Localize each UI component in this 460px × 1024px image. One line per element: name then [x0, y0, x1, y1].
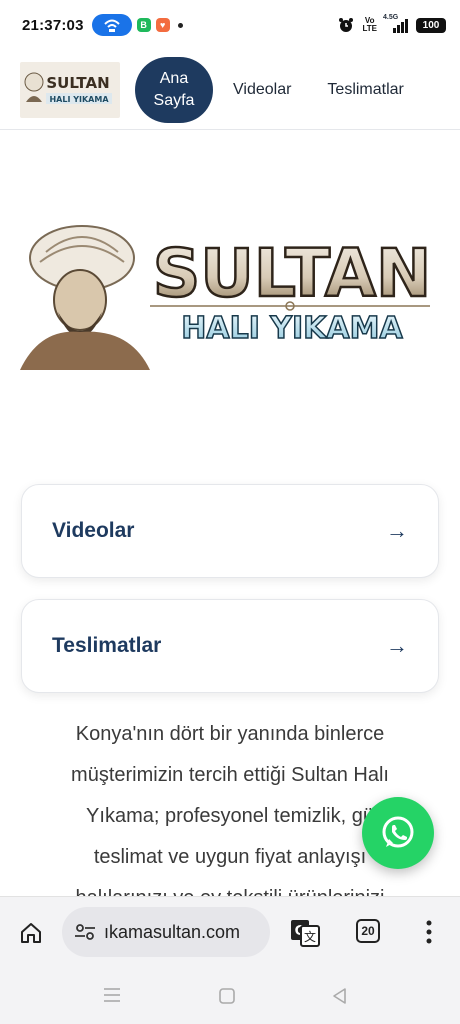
whatsapp-button[interactable]	[362, 797, 434, 869]
home-icon[interactable]	[19, 921, 43, 945]
network-type: 4.5G	[383, 14, 399, 21]
card-videos-title: Videolar	[52, 519, 135, 542]
hero-subtitle: HALI YIKAMA	[181, 311, 403, 346]
sultan-portrait-icon	[20, 225, 150, 370]
nav-videos[interactable]: Videolar	[233, 81, 291, 99]
notification-dot	[177, 22, 183, 28]
volte-indicator: Vo LTE	[362, 17, 377, 33]
signal-icon: 4.5G	[383, 14, 408, 33]
more-menu-icon[interactable]	[424, 919, 434, 945]
hero-title: SULTAN	[153, 235, 431, 312]
back-nav-icon[interactable]	[331, 987, 347, 1005]
status-bar: 21:37:03 B ♥ Vo LTE 4.5G 100	[0, 0, 460, 50]
translate-icon[interactable]: G 文	[290, 919, 320, 947]
card-deliveries-title: Teslimatlar	[52, 634, 162, 657]
card-deliveries[interactable]: Teslimatlar →	[21, 599, 439, 693]
recents-menu-icon[interactable]	[103, 987, 121, 1003]
hero-logo: SULTAN HALI YIKAMA	[20, 200, 438, 430]
system-navigation-bar	[0, 968, 460, 1024]
status-time: 21:37:03	[22, 16, 84, 34]
alarm-icon	[339, 18, 354, 32]
card-videos[interactable]: Videolar →	[21, 484, 439, 578]
svg-text:文: 文	[304, 929, 316, 944]
header-logo[interactable]: SULTAN HALI YIKAMA	[20, 61, 120, 118]
nav-home-line1: Ana	[159, 69, 189, 87]
hotspot-icon	[91, 14, 132, 36]
about-line: Konya'nın dört bir yanında binlerce	[75, 723, 385, 745]
site-header: SULTAN HALI YIKAMA Ana Sayfa Videolar Te…	[0, 50, 460, 130]
home-nav-icon[interactable]	[218, 987, 236, 1005]
main-nav: Ana Sayfa Videolar Teslimatlar	[135, 56, 404, 123]
nav-home[interactable]: Ana Sayfa	[135, 56, 213, 123]
browser-toolbar: ıkamasultan.com G 文 20	[0, 896, 460, 968]
battery-icon: 100	[416, 17, 446, 33]
site-settings-icon[interactable]	[74, 922, 96, 942]
nav-home-line2: Sayfa	[153, 91, 195, 109]
about-line: müşterimizin tercih ettiği Sultan Halı	[71, 764, 389, 786]
nav-deliveries[interactable]: Teslimatlar	[327, 81, 403, 99]
arrow-right-icon: →	[386, 518, 408, 543]
svg-text:HALI YIKAMA: HALI YIKAMA	[49, 95, 109, 104]
volte-bottom: LTE	[362, 24, 377, 33]
svg-text:SULTAN: SULTAN	[46, 74, 109, 92]
whatsapp-icon	[382, 816, 414, 848]
address-bar[interactable]: ıkamasultan.com	[62, 907, 270, 957]
tab-switcher-button[interactable]: 20	[356, 919, 380, 943]
url-text: ıkamasultan.com	[104, 921, 241, 942]
app-b-icon: B	[136, 18, 151, 32]
app-heart-icon: ♥	[155, 18, 170, 32]
arrow-right-icon: →	[386, 633, 408, 658]
